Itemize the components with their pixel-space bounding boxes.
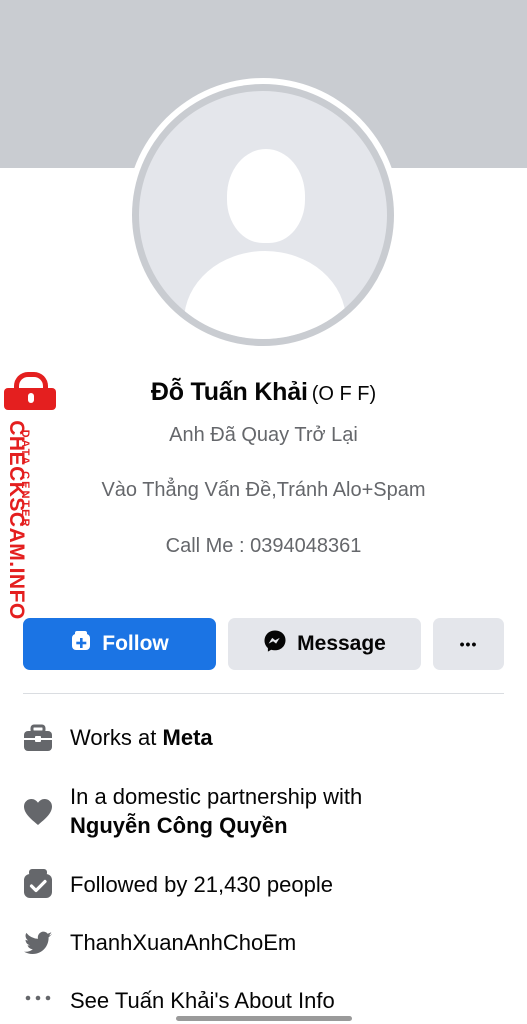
followers-text: Followed by 21,430 people — [70, 872, 333, 897]
default-avatar-silhouette — [139, 91, 387, 339]
briefcase-icon — [22, 722, 54, 754]
message-label: Message — [297, 632, 386, 655]
profile-alt-name: (O F F) — [311, 383, 377, 405]
more-dots-icon — [22, 984, 54, 1016]
profile-name: Đỗ Tuấn Khải — [150, 378, 308, 406]
twitter-icon — [22, 927, 54, 959]
work-place[interactable]: Meta — [163, 725, 213, 750]
profile-name-row: Đỗ Tuấn Khải (O F F) — [0, 378, 527, 407]
message-button[interactable]: Message — [228, 618, 421, 670]
watermark-site: CHECKSCAM.INFO — [5, 420, 28, 620]
follow-label: Follow — [102, 632, 169, 655]
more-options-button[interactable]: ••• — [433, 618, 504, 670]
follow-button[interactable]: Follow — [23, 618, 216, 670]
more-icon: ••• — [459, 636, 478, 652]
divider — [23, 693, 504, 694]
follow-icon — [70, 630, 92, 658]
bio-line-3: Call Me : 0394048361 — [165, 535, 362, 557]
relationship-prefix: In a domestic partnership with — [70, 784, 363, 809]
work-prefix: Works at — [70, 725, 157, 750]
relationship-partner[interactable]: Nguyễn Công Quyền — [70, 813, 288, 838]
bio-line-2: Vào Thẳng Vấn Đề,Tránh Alo+Spam — [101, 479, 426, 501]
twitter-handle[interactable]: ThanhXuanAnhChoEm — [70, 928, 296, 957]
profile-avatar[interactable] — [126, 78, 400, 352]
see-about-info-link[interactable]: See Tuấn Khải's About Info — [70, 986, 335, 1015]
home-indicator[interactable] — [176, 1016, 352, 1021]
messenger-icon — [263, 629, 287, 659]
followers-icon — [22, 868, 54, 900]
bio-line-1: Anh Đã Quay Trở Lại — [169, 424, 358, 446]
heart-icon — [22, 796, 54, 828]
